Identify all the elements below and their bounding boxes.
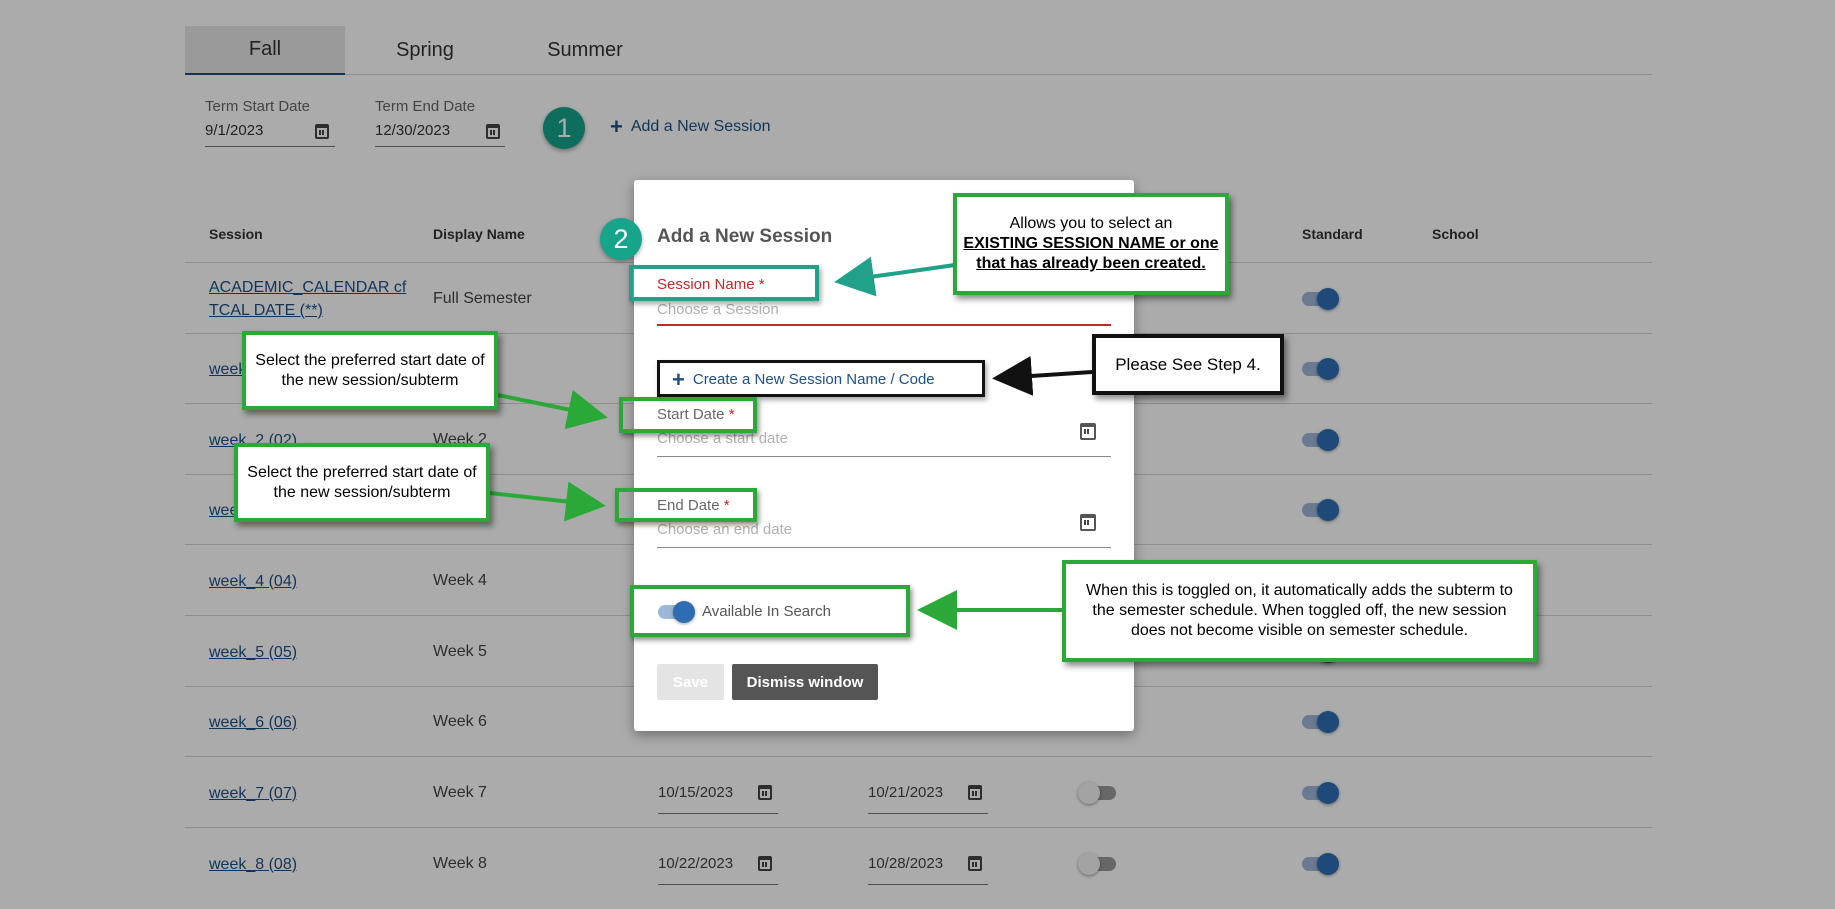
session-name-callout: Allows you to select an EXISTING SESSION…: [953, 193, 1229, 295]
toggle-callout: When this is toggled on, it automaticall…: [1062, 560, 1537, 662]
session-name-arrow: [834, 256, 956, 297]
callout-text: Allows you to select an: [1009, 215, 1173, 232]
end-date-callout: Select the preferred start date of the n…: [234, 443, 490, 522]
start-date-arrow: [497, 389, 608, 430]
end-date-arrow: [489, 481, 606, 522]
step4-arrow: [992, 355, 1093, 396]
start-date-callout: Select the preferred start date of the n…: [242, 331, 498, 410]
step4-callout: Please See Step 4.: [1092, 334, 1284, 395]
callout-emphasis: EXISTING SESSION NAME or one that has al…: [963, 235, 1219, 272]
